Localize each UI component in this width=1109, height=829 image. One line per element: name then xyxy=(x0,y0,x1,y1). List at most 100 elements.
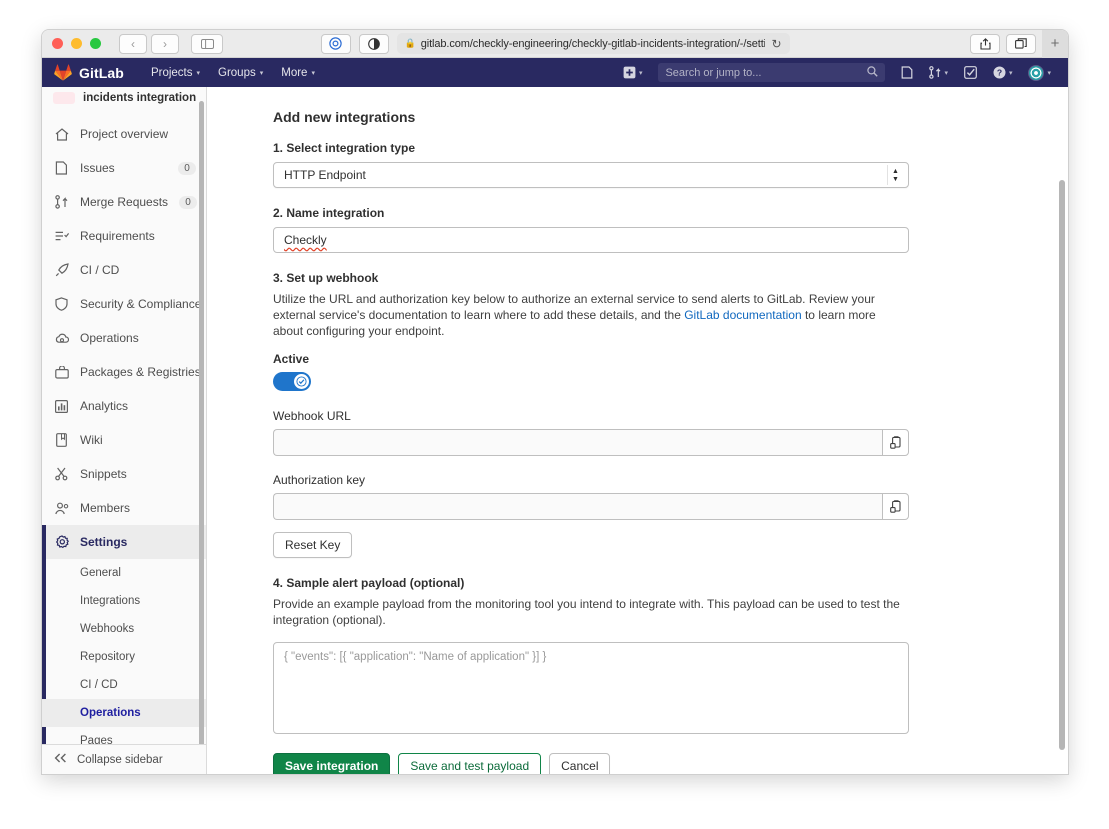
chart-icon xyxy=(54,400,69,413)
create-new-button[interactable]: ▾ xyxy=(616,58,650,87)
sidebar-item-issues[interactable]: Issues 0 xyxy=(42,151,206,185)
webhook-url-group xyxy=(273,429,909,456)
gitlab-documentation-link[interactable]: GitLab documentation xyxy=(684,308,801,322)
sample-payload-textarea[interactable]: { "events": [{ "application": "Name of a… xyxy=(273,642,909,734)
sidebar-label: Packages & Registries xyxy=(80,365,201,379)
back-icon[interactable]: ‹ xyxy=(119,34,147,54)
reader-mode-icon[interactable] xyxy=(321,34,351,54)
page-title: Add new integrations xyxy=(273,109,988,125)
sidebar-subitem-ci-cd[interactable]: CI / CD xyxy=(42,671,206,699)
topnav-item-projects[interactable]: Projects ▾ xyxy=(142,58,209,87)
double-chevron-left-icon xyxy=(54,753,67,766)
plus-square-icon xyxy=(623,66,636,79)
requirements-icon xyxy=(54,230,69,242)
sidebar-subitem-integrations[interactable]: Integrations xyxy=(42,587,206,615)
address-bar[interactable]: 🔒 gitlab.com/checkly-engineering/checkly… xyxy=(397,33,790,54)
sidebar-label: Settings xyxy=(80,535,196,549)
close-window-button[interactable] xyxy=(52,38,63,49)
scissors-icon xyxy=(54,467,69,481)
sidebar-sub-label: Operations xyxy=(80,707,141,719)
topnav-item-groups[interactable]: Groups ▾ xyxy=(209,58,272,87)
sidebar-item-ci-cd[interactable]: CI / CD xyxy=(42,253,206,287)
sidebar-item-settings[interactable]: Settings xyxy=(42,525,206,559)
authorization-key-input[interactable] xyxy=(273,493,882,520)
avatar xyxy=(1028,65,1044,81)
settings-form: Add new integrations 1. Select integrati… xyxy=(207,109,1068,774)
copy-authorization-key-button[interactable] xyxy=(882,493,909,520)
merge-requests-shortcut-button[interactable]: ▾ xyxy=(922,58,955,87)
sidebar-label: Security & Compliance xyxy=(80,297,201,311)
sidebar-label: Merge Requests xyxy=(80,195,168,209)
sidebar-item-packages-registries[interactable]: Packages & Registries xyxy=(42,355,206,389)
browser-titlebar: ‹ › 🔒 gitlab.com/checkly-engineering/che… xyxy=(42,30,1068,58)
project-header[interactable]: incidents integration xyxy=(42,87,206,109)
copy-webhook-url-button[interactable] xyxy=(882,429,909,456)
sidebar-sub-label: General xyxy=(80,567,121,579)
user-menu-button[interactable]: ▾ xyxy=(1021,58,1058,87)
reload-icon[interactable]: ↻ xyxy=(771,37,781,51)
book-icon xyxy=(54,433,69,447)
integration-type-select[interactable]: HTTP Endpoint ▲▼ xyxy=(273,162,909,188)
save-integration-button[interactable]: Save integration xyxy=(273,753,390,774)
integration-name-input[interactable]: Checkly xyxy=(273,227,909,253)
gitlab-wordmark: GitLab xyxy=(79,65,124,81)
clipboard-copy-icon xyxy=(890,436,902,449)
project-sidebar: incidents integration Project overview I… xyxy=(42,87,207,774)
sidebar-item-analytics[interactable]: Analytics xyxy=(42,389,206,423)
topnav-item-more[interactable]: More ▾ xyxy=(272,58,324,87)
main-scrollbar[interactable] xyxy=(1059,180,1065,750)
cloud-gear-icon xyxy=(54,332,69,345)
todos-shortcut-button[interactable] xyxy=(957,58,984,87)
maximize-window-button[interactable] xyxy=(90,38,101,49)
issues-shortcut-button[interactable] xyxy=(894,58,920,87)
sidebar-item-members[interactable]: Members xyxy=(42,491,206,525)
sidebar-sub-label: Integrations xyxy=(80,595,140,607)
issues-icon xyxy=(54,161,69,175)
sidebar-label: Members xyxy=(80,501,196,515)
tabs-icon[interactable] xyxy=(1006,34,1036,54)
sidebar-subitem-repository[interactable]: Repository xyxy=(42,643,206,671)
sidebar-subitem-webhooks[interactable]: Webhooks xyxy=(42,615,206,643)
sidebar-scrollbar[interactable] xyxy=(199,101,204,755)
webhook-url-input[interactable] xyxy=(273,429,882,456)
sidebar-subitem-general[interactable]: General xyxy=(42,559,206,587)
sidebar-item-project-overview[interactable]: Project overview xyxy=(42,117,206,151)
reset-key-button[interactable]: Reset Key xyxy=(273,532,352,558)
screenshot-root: ‹ › 🔒 gitlab.com/checkly-engineering/che… xyxy=(0,0,1109,829)
authorization-key-group xyxy=(273,493,909,520)
sidebar-item-operations[interactable]: Operations xyxy=(42,321,206,355)
sidebar-item-merge-requests[interactable]: Merge Requests 0 xyxy=(42,185,206,219)
authorization-key-label: Authorization key xyxy=(273,473,988,487)
sidebar-toggle-icon[interactable] xyxy=(191,34,223,54)
sidebar-item-security-compliance[interactable]: Security & Compliance xyxy=(42,287,206,321)
help-button[interactable]: ? ▾ xyxy=(986,58,1020,87)
main-content: Add new integrations 1. Select integrati… xyxy=(207,87,1068,774)
chevron-down-icon: ▾ xyxy=(1009,69,1013,77)
topnav-more-label: More xyxy=(281,67,307,79)
lock-icon: 🔒 xyxy=(405,38,416,49)
cancel-button[interactable]: Cancel xyxy=(549,753,610,774)
share-icon[interactable] xyxy=(970,34,1000,54)
search-placeholder: Search or jump to... xyxy=(665,67,761,79)
sidebar-item-wiki[interactable]: Wiki xyxy=(42,423,206,457)
sidebar-item-snippets[interactable]: Snippets xyxy=(42,457,206,491)
sidebar-label: Requirements xyxy=(80,229,196,243)
chevron-down-icon: ▾ xyxy=(196,69,200,77)
new-tab-button[interactable]: + xyxy=(1042,30,1068,58)
forward-icon[interactable]: › xyxy=(151,34,179,54)
browser-window: ‹ › 🔒 gitlab.com/checkly-engineering/che… xyxy=(42,30,1068,774)
minimize-window-button[interactable] xyxy=(71,38,82,49)
project-avatar xyxy=(53,92,75,104)
collapse-sidebar-button[interactable]: Collapse sidebar xyxy=(42,744,206,774)
search-input[interactable]: Search or jump to... xyxy=(658,63,885,82)
active-toggle[interactable] xyxy=(273,372,311,391)
sidebar-label: CI / CD xyxy=(80,263,196,277)
privacy-report-icon[interactable] xyxy=(359,34,389,54)
sidebar-subitem-operations[interactable]: Operations xyxy=(42,699,206,727)
browser-toolbar-right: + xyxy=(970,30,1060,58)
gitlab-logo[interactable]: GitLab xyxy=(54,64,124,81)
integration-type-value: HTTP Endpoint xyxy=(284,168,366,182)
save-and-test-payload-button[interactable]: Save and test payload xyxy=(398,753,541,774)
collapse-sidebar-label: Collapse sidebar xyxy=(77,754,163,766)
sidebar-item-requirements[interactable]: Requirements xyxy=(42,219,206,253)
